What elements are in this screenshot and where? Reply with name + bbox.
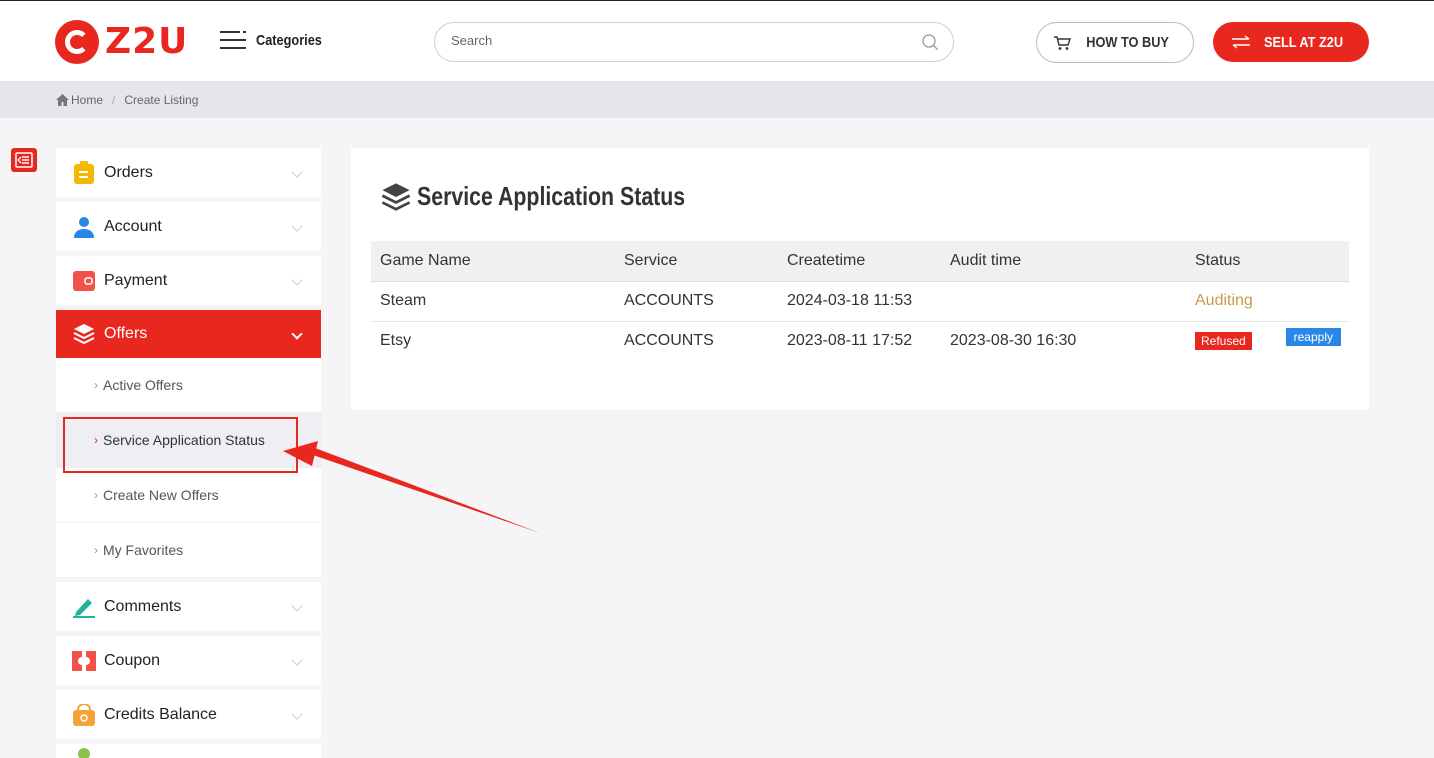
cart-icon xyxy=(1054,35,1072,50)
breadcrumb: Home / Create Listing xyxy=(0,81,1434,118)
sidebar-menu: Orders Account Payment Offers › Active O… xyxy=(56,148,321,758)
cell-createtime: 2024-03-18 11:53 xyxy=(778,281,941,322)
orders-icon xyxy=(72,160,96,185)
chevron-right-icon: › xyxy=(94,543,98,557)
home-icon xyxy=(56,93,69,106)
collapse-menu-icon xyxy=(15,152,33,168)
how-to-buy-label: HOW TO BUY xyxy=(1086,34,1170,51)
submenu-item-service-application-status[interactable]: › Service Application Status xyxy=(56,413,321,473)
site-header: Z2U Categories HOW TO BUY SELL AT Z2U xyxy=(0,0,1434,81)
sidebar-item-label: Orders xyxy=(104,163,153,181)
breadcrumb-separator: / xyxy=(112,92,116,107)
chevron-right-icon: › xyxy=(94,433,98,447)
search-input[interactable] xyxy=(451,33,911,48)
submenu-item-label: Service Application Status xyxy=(103,432,265,448)
chevron-right-icon: › xyxy=(94,378,98,392)
chevron-down-icon xyxy=(291,600,303,612)
column-header-createtime: Createtime xyxy=(778,241,941,282)
cell-service: ACCOUNTS xyxy=(615,281,778,322)
breadcrumb-home[interactable]: Home xyxy=(56,93,103,107)
search-bar xyxy=(434,22,954,62)
sidebar-item-offers[interactable]: Offers xyxy=(56,310,321,358)
categories-label: Categories xyxy=(256,31,322,49)
search-icon[interactable] xyxy=(921,33,939,51)
user-icon xyxy=(72,215,96,239)
page-title-text: Service Application Status xyxy=(417,181,686,211)
sidebar-item-payment[interactable]: Payment xyxy=(56,256,321,305)
how-to-buy-button[interactable]: HOW TO BUY xyxy=(1036,22,1194,63)
sidebar-item-account[interactable]: Account xyxy=(56,202,321,251)
sidebar-toggle-button[interactable] xyxy=(11,148,37,172)
chevron-down-icon xyxy=(291,274,303,286)
chevron-down-icon xyxy=(291,220,303,232)
layers-icon xyxy=(381,182,411,211)
pencil-icon xyxy=(72,595,96,619)
column-header-game-name: Game Name xyxy=(371,241,615,282)
status-auditing: Auditing xyxy=(1186,281,1349,322)
column-header-status: Status xyxy=(1186,241,1349,282)
submenu-item-my-favorites[interactable]: › My Favorites xyxy=(56,523,321,578)
cell-audit-time xyxy=(941,281,1186,322)
swap-arrows-icon xyxy=(1232,35,1251,49)
chevron-down-icon xyxy=(291,708,303,720)
sidebar-item-label: Coupon xyxy=(104,651,161,669)
cell-audit-time: 2023-08-30 16:30 xyxy=(950,332,1077,350)
piggy-bank-icon xyxy=(72,703,96,727)
table-row: Etsy ACCOUNTS 2023-08-11 17:52 2023-08-3… xyxy=(371,321,1349,361)
sidebar-item-coupon[interactable]: Coupon xyxy=(56,636,321,685)
breadcrumb-home-label: Home xyxy=(71,92,104,107)
cell-createtime: 2023-08-11 17:52 xyxy=(787,332,913,350)
service-application-status-panel: Service Application Status Game Name Ser… xyxy=(351,148,1369,410)
chevron-down-icon xyxy=(291,654,303,666)
sidebar-item-credits-balance[interactable]: Credits Balance xyxy=(56,690,321,739)
column-header-audit-time: Audit time xyxy=(941,241,1186,282)
coupon-icon xyxy=(72,649,96,673)
layers-icon xyxy=(72,322,96,346)
submenu-item-label: My Favorites xyxy=(103,542,184,558)
chevron-down-icon xyxy=(291,328,303,340)
submenu-item-active-offers[interactable]: › Active Offers xyxy=(56,358,321,413)
breadcrumb-current: Create Listing xyxy=(124,92,199,107)
cell-game-name: Steam xyxy=(371,281,615,322)
offers-submenu: › Active Offers › Service Application St… xyxy=(56,358,321,578)
sidebar-item-orders[interactable]: Orders xyxy=(56,148,321,197)
submenu-item-label: Create New Offers xyxy=(103,487,219,503)
categories-menu[interactable]: Categories xyxy=(220,30,334,50)
sidebar-item-comments[interactable]: Comments xyxy=(56,582,321,631)
sidebar-item-label: Comments xyxy=(104,597,182,615)
cell-service: ACCOUNTS xyxy=(624,332,714,350)
logo-text: Z2U xyxy=(105,21,189,62)
sidebar-item-label: Payment xyxy=(104,271,168,289)
wallet-icon xyxy=(72,269,96,293)
submenu-item-label: Active Offers xyxy=(103,377,183,393)
sidebar-item-label: Offers xyxy=(104,325,148,342)
sidebar-item-label: Account xyxy=(104,217,162,235)
page-title: Service Application Status xyxy=(381,181,744,212)
submenu-item-create-new-offers[interactable]: › Create New Offers xyxy=(56,468,321,523)
sidebar-item-more[interactable] xyxy=(56,744,321,758)
column-header-service: Service xyxy=(615,241,778,282)
cell-game-name: Etsy xyxy=(380,332,412,350)
chevron-down-icon xyxy=(291,166,303,178)
sell-button[interactable]: SELL AT Z2U xyxy=(1213,22,1369,62)
sidebar-item-label: Credits Balance xyxy=(104,705,217,723)
table-row: Steam ACCOUNTS 2024-03-18 11:53 Auditing xyxy=(371,281,1349,322)
hamburger-icon xyxy=(220,30,246,50)
logo-mark-icon xyxy=(55,20,99,64)
sell-label: SELL AT Z2U xyxy=(1264,33,1344,51)
cell-status: Refused reapply xyxy=(1186,321,1349,361)
chevron-right-icon: › xyxy=(94,488,98,502)
z2u-logo[interactable]: Z2U xyxy=(55,20,188,64)
status-badge-refused: Refused xyxy=(1195,332,1252,351)
table-header-row: Game Name Service Createtime Audit time … xyxy=(371,241,1349,282)
reapply-button[interactable]: reapply xyxy=(1285,328,1341,347)
menu-icon xyxy=(72,744,96,758)
applications-table: Game Name Service Createtime Audit time … xyxy=(371,241,1349,361)
